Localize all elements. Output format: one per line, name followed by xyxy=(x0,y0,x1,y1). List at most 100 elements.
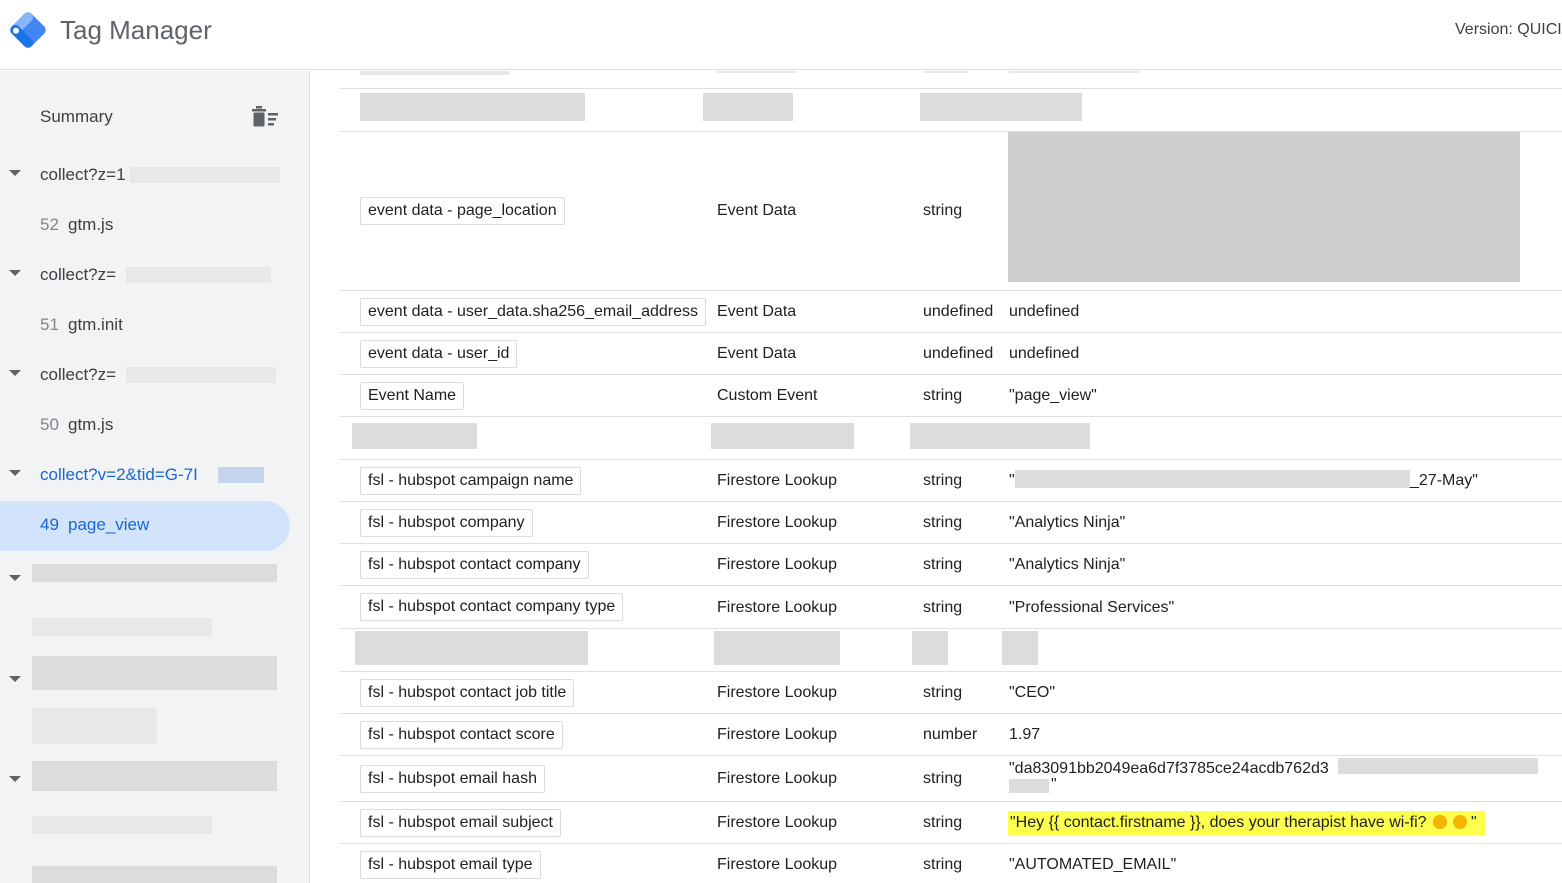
variable-type: Event Data xyxy=(717,202,797,219)
redacted-block xyxy=(910,423,1090,449)
chevron-down-icon[interactable] xyxy=(8,268,22,278)
table-row xyxy=(340,629,1562,672)
sidebar-item-gtm-init-51[interactable]: 51 gtm.init xyxy=(0,301,290,351)
redacted-block xyxy=(32,816,212,834)
return-type: undefined xyxy=(923,345,994,362)
variable-value: 1.97 xyxy=(1009,726,1041,743)
sidebar-item-page-view-49[interactable]: 49 page_view xyxy=(0,501,290,551)
return-type: string xyxy=(923,556,963,573)
return-type: string xyxy=(923,202,963,219)
version-label: Version: QUICI xyxy=(1455,21,1562,38)
table-row: fsl - hubspot contact company type Fires… xyxy=(340,586,1562,629)
redacted-block xyxy=(355,631,588,665)
redacted-block xyxy=(32,564,277,582)
sidebar-item-label: collect?z=1 xyxy=(40,165,126,184)
table-row: event data - user_id Event Data undefine… xyxy=(340,333,1562,375)
event-number: 49 xyxy=(40,515,59,534)
table-row: fsl - hubspot company Firestore Lookup s… xyxy=(340,502,1562,544)
app-title[interactable]: Tag Manager xyxy=(60,15,212,46)
redacted-block xyxy=(1009,779,1049,793)
chevron-down-icon[interactable] xyxy=(8,368,22,378)
return-type: string xyxy=(923,814,963,831)
sidebar: Summary collect?z=1 52 gtm.js collect?z=… xyxy=(0,71,310,883)
variables-panel: event data - page_location Event Data st… xyxy=(311,71,1562,883)
variable-value: _27-May" xyxy=(1410,472,1478,489)
variable-type: Event Data xyxy=(717,303,797,320)
redacted-block xyxy=(717,71,797,73)
variable-name-chip[interactable]: fsl - hubspot contact job title xyxy=(360,679,575,707)
delete-sweep-icon[interactable] xyxy=(250,105,280,129)
return-type: undefined xyxy=(923,303,994,320)
variable-name-chip[interactable]: fsl - hubspot contact company xyxy=(360,551,589,579)
variable-value-suffix: " xyxy=(1471,814,1477,831)
variable-type: Firestore Lookup xyxy=(717,514,838,531)
variable-name-chip[interactable]: fsl - hubspot contact score xyxy=(360,721,563,749)
variable-type: Firestore Lookup xyxy=(717,814,838,831)
sidebar-item-label: gtm.js xyxy=(68,415,114,434)
table-row: fsl - hubspot campaign name Firestore Lo… xyxy=(340,460,1562,502)
event-number: 51 xyxy=(40,315,59,334)
thinking-face-emoji-icon xyxy=(1452,815,1467,829)
return-type: string xyxy=(923,684,963,701)
redacted-block xyxy=(126,367,276,383)
variable-type: Firestore Lookup xyxy=(717,856,838,873)
sidebar-item-gtm-js-52[interactable]: 52 gtm.js xyxy=(0,201,290,251)
variable-name-chip[interactable]: fsl - hubspot email hash xyxy=(360,765,545,793)
redacted-block xyxy=(32,708,157,744)
variable-value: "Hey {{ contact.firstname }}, does your … xyxy=(1010,814,1427,831)
variable-value: undefined xyxy=(1009,303,1080,320)
variable-value: "da83091bb2049ea6d7f3785ce24acdb762d3 xyxy=(1009,760,1329,777)
variable-name-chip[interactable]: fsl - hubspot email type xyxy=(360,851,541,879)
variable-name-chip[interactable]: fsl - hubspot email subject xyxy=(360,809,561,837)
variable-value: "Analytics Ninja" xyxy=(1009,556,1126,573)
variable-name-chip[interactable]: Event Name xyxy=(360,382,465,410)
chevron-down-icon[interactable] xyxy=(8,573,22,583)
tag-manager-logo-icon[interactable] xyxy=(8,10,48,50)
variable-name-chip[interactable]: event data - page_location xyxy=(360,197,565,225)
variable-value: "Professional Services" xyxy=(1009,599,1175,616)
return-type: string xyxy=(923,770,963,787)
return-type: string xyxy=(923,387,963,404)
table-row: fsl - hubspot contact score Firestore Lo… xyxy=(340,714,1562,756)
variable-type: Firestore Lookup xyxy=(717,599,838,616)
redacted-block xyxy=(1008,132,1520,282)
redacted-block xyxy=(32,866,277,883)
table-row: Event Name Custom Event string "page_vie… xyxy=(340,375,1562,417)
variable-value: "CEO" xyxy=(1009,684,1056,701)
sidebar-item-label: gtm.js xyxy=(68,215,114,234)
variable-name-chip[interactable]: event data - user_id xyxy=(360,340,518,368)
sidebar-item-label: collect?v=2&tid=G-7I xyxy=(40,465,198,484)
chevron-down-icon[interactable] xyxy=(8,674,22,684)
return-type: string xyxy=(923,856,963,873)
chevron-down-icon[interactable] xyxy=(8,774,22,784)
table-row: event data - user_data.sha256_email_addr… xyxy=(340,291,1562,333)
variable-name-chip[interactable]: fsl - hubspot contact company type xyxy=(360,593,624,621)
table-row: fsl - hubspot email type Firestore Looku… xyxy=(340,844,1562,883)
sidebar-item-gtm-js-50[interactable]: 50 gtm.js xyxy=(0,401,290,451)
redacted-block xyxy=(923,71,968,73)
return-type: string xyxy=(923,599,963,616)
variable-type: Event Data xyxy=(717,345,797,362)
sidebar-item-label: collect?z= xyxy=(40,365,117,384)
redacted-block xyxy=(1338,758,1538,774)
variable-type: Firestore Lookup xyxy=(717,770,838,787)
variable-name-chip[interactable]: fsl - hubspot campaign name xyxy=(360,467,582,495)
summary-link[interactable]: Summary xyxy=(40,107,113,127)
table-row xyxy=(340,71,1562,89)
redacted-block xyxy=(1009,71,1139,73)
variable-value: "Analytics Ninja" xyxy=(1009,514,1126,531)
chevron-down-icon[interactable] xyxy=(8,468,22,478)
redacted-block xyxy=(32,761,277,791)
variable-name-chip[interactable]: fsl - hubspot company xyxy=(360,509,533,537)
return-type: string xyxy=(923,472,963,489)
chevron-down-icon[interactable] xyxy=(8,168,22,178)
variable-value: undefined xyxy=(1009,345,1080,362)
sidebar-item-label: collect?z= xyxy=(40,265,117,284)
variable-value: "page_view" xyxy=(1009,387,1097,404)
event-number: 52 xyxy=(40,215,59,234)
redacted-block xyxy=(912,631,948,665)
table-row: event data - page_location Event Data st… xyxy=(340,132,1562,291)
redacted-block xyxy=(32,618,212,636)
table-row: fsl - hubspot contact company Firestore … xyxy=(340,544,1562,586)
variable-name-chip[interactable]: event data - user_data.sha256_email_addr… xyxy=(360,298,706,326)
